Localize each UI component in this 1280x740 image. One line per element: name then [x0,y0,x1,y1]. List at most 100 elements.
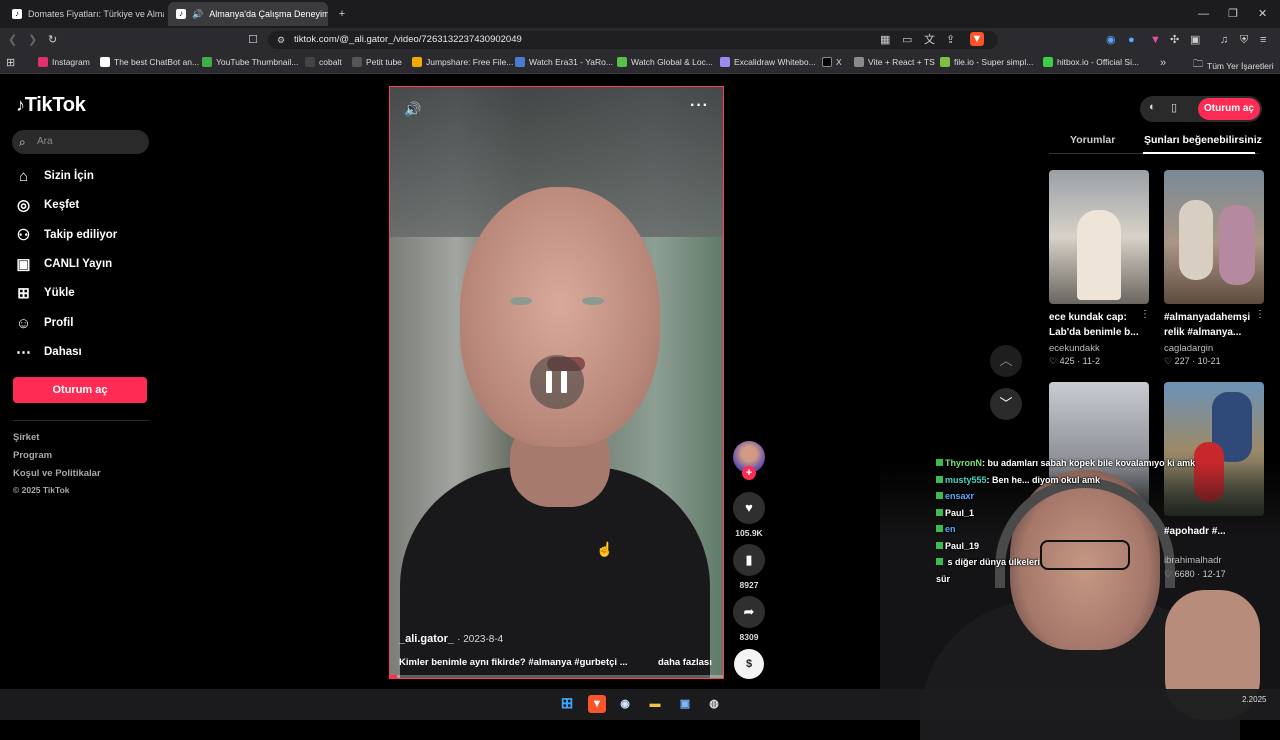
back-icon[interactable]: ❮ [8,33,17,47]
more-vertical-icon[interactable]: ⋮ [1255,309,1265,320]
footer-link-program[interactable]: Program [13,450,52,461]
caption-more-link[interactable]: daha fazlası [658,657,712,668]
petit-tube-icon [352,57,362,67]
voice-icon[interactable]: ◉ [1106,33,1116,47]
obs-icon[interactable]: ◍ [705,695,723,713]
gift-coin-button[interactable]: $ [734,649,764,679]
recommended-video-title[interactable]: ece kundak cap: Lab'da benimle b... [1049,310,1141,340]
login-button-top[interactable]: Oturum aç [1198,98,1260,120]
translate-icon[interactable]: 文 [924,33,935,47]
bookmark-item[interactable]: Vite + React + TS [854,57,935,67]
nav-item-explore[interactable]: ◎ Keşfet [15,195,79,215]
login-button[interactable]: Oturum aç [13,377,147,403]
volume-icon[interactable]: 🔊 [404,101,421,118]
share-arrow-icon: ➦ [743,604,755,619]
nav-item-upload[interactable]: ⊞ Yükle [15,283,74,303]
recommended-video-user[interactable]: ecekundakk [1049,343,1100,354]
share-icon[interactable]: ⇪ [946,33,955,47]
search-input[interactable]: ⌕ Ara [12,130,149,154]
chat-user: ensaxr [945,491,975,501]
window-close-icon[interactable]: ✕ [1258,7,1267,21]
bookmark-item[interactable]: Instagram [38,57,90,67]
file-explorer-icon[interactable]: ▬ [646,695,664,713]
folder-icon: 🗀 [1193,59,1203,70]
minimize-icon[interactable]: — [1198,7,1209,21]
windows-start-icon[interactable]: ⊞ [558,695,576,713]
like-button[interactable]: ♥ [733,492,765,524]
sidebar-toggle-icon[interactable]: ▣ [1190,33,1200,47]
pause-button[interactable] [530,355,584,409]
recommended-video-title[interactable]: #almanyadahemşi relik #almanya... [1164,310,1256,340]
more-bookmarks-icon[interactable]: » [1160,56,1166,70]
tiktok-logo[interactable]: ♪TikTok [16,94,86,117]
chat-line: Paul_19 [936,541,1280,558]
bookmark-page-icon[interactable]: ☐ [248,33,258,47]
bookmark-item[interactable]: Watch Global & Loc... [617,57,713,67]
nav-item-live[interactable]: ▣ CANLI Yayın [15,254,112,274]
save-button[interactable]: ▮ [733,544,765,576]
footer-link-company[interactable]: Şirket [13,432,39,443]
recommended-video-meta: ♡ 425 · 11-2 [1049,356,1100,366]
more-vertical-icon[interactable]: ⋮ [1140,309,1150,320]
extensions-puzzle-icon[interactable]: ✣ [1170,33,1179,47]
chat-badge-icon [936,475,943,483]
bookmark-item[interactable]: The best ChatBot an... [100,57,199,67]
share-button[interactable]: ➦ [733,596,765,628]
previous-video-button[interactable]: ︿ [990,345,1022,377]
bookmark-item[interactable]: Excalidraw Whitebo... [720,57,816,67]
bookmark-item[interactable]: YouTube Thumbnail... [202,57,298,67]
bookmark-item[interactable]: file.io - Super simpl... [940,57,1033,67]
music-icon[interactable]: ♫ [1220,33,1228,47]
recommended-video-user[interactable]: cagladargin [1164,343,1213,354]
maximize-icon[interactable]: ❐ [1228,7,1238,21]
nav-item-following[interactable]: ⚇ Takip ediliyor [15,225,118,245]
menu-icon[interactable]: ≡ [1260,33,1266,47]
video-author[interactable]: _ali.gator_ · 2023-8-4 [399,633,503,645]
bookmark-item[interactable]: X [822,57,842,67]
cast-icon[interactable]: ▭ [902,33,912,47]
era31-icon [515,57,525,67]
video-progress-bar[interactable] [390,675,723,678]
creator-tools-icon[interactable]: ◐ [1149,101,1156,113]
reload-icon[interactable]: ↻ [48,33,57,47]
tab-comments[interactable]: Yorumlar [1070,134,1115,146]
bookmark-item[interactable]: hitbox.io - Official Si... [1043,57,1139,67]
bookmark-item[interactable]: Petit tube [352,57,402,67]
chat-badge-icon [936,508,943,516]
recommended-video-thumbnail[interactable] [1164,170,1264,304]
steam-icon[interactable]: ◉ [616,695,634,713]
tab-you-may-like[interactable]: Şunları beğenebilirsiniz [1144,134,1262,146]
mobile-app-icon[interactable]: ▯ [1171,101,1177,114]
bookmark-item[interactable]: cobalt [305,57,342,67]
all-bookmarks[interactable]: 🗀 Tüm Yer İşaretleri [1193,57,1274,74]
footer-link-terms[interactable]: Koşul ve Politikalar [13,468,101,479]
follow-plus-icon[interactable]: + [742,466,756,480]
browser-tab-almanya[interactable]: ♪ 🔊 Almanya'da Çalışma Deneyim ✕ [168,2,328,26]
nav-item-profile[interactable]: ☺ Profil [15,313,74,333]
more-options-icon[interactable]: ··· [690,97,709,115]
next-video-button[interactable]: ﹀ [990,388,1022,420]
chatbot-icon [100,57,110,67]
chat-badge-icon [936,525,943,532]
nav-item-for-you[interactable]: ⌂ Sizin İçin [15,166,94,186]
site-settings-icon[interactable]: ⚙ [277,33,285,47]
forward-icon[interactable]: ❯ [28,33,37,47]
extension-icon[interactable]: ▼ [1150,33,1161,47]
compass-icon: ◎ [16,197,31,214]
apps-grid-icon[interactable]: ⊞ [6,56,15,70]
plus-icon[interactable]: + [336,7,348,21]
nav-item-more[interactable]: ⋯ Dahası [15,342,82,362]
speaker-icon[interactable]: 🔊 [192,9,203,20]
browser-tab-domates[interactable]: ♪ Domates Fiyatları: Türkiye ve Almany [4,2,164,26]
bookmark-item[interactable]: Jumpshare: Free File... [412,57,513,67]
screen-tool-icon[interactable]: ▣ [676,695,694,713]
wallet-icon[interactable]: ⛨ [1240,33,1248,47]
recommended-video-thumbnail[interactable] [1049,170,1149,304]
video-player[interactable]: 🔊 ··· _ali.gator_ · 2023-8-4 Kimler beni… [389,86,724,679]
bookmark-item[interactable]: Watch Era31 - YaRo... [515,57,613,67]
brave-browser-icon[interactable]: ▼ [588,695,606,713]
reader-off-icon[interactable]: ▦ [880,33,890,47]
chat-line: ThyronN: bu adamları sabah köpek bile ko… [936,458,1280,475]
vpn-icon[interactable]: ● [1128,33,1135,47]
brave-shields-icon[interactable]: ▼ [970,32,984,46]
